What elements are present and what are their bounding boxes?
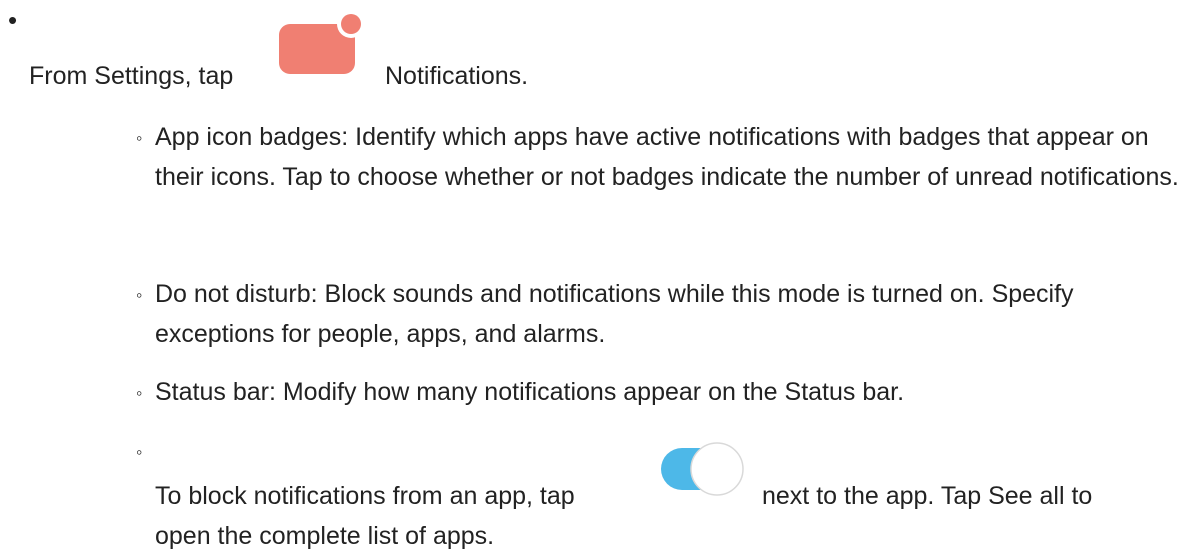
sub-list-bullet: ◦ [136, 442, 143, 462]
sub-list-bullet: ◦ [136, 285, 143, 305]
notifications-label: Notifications. [385, 62, 529, 90]
sub-list-bullet: ◦ [136, 383, 143, 403]
status-bar-item: Status bar: Modify how many notification… [155, 378, 905, 406]
toggle-switch-icon [661, 442, 744, 496]
block-notifications-text-continued: next to the app. Tap See all to [762, 482, 1093, 510]
sub-list-bullet: ◦ [136, 128, 143, 148]
block-notifications-text: To block notifications from an app, tap [155, 482, 575, 510]
notifications-icon [279, 10, 365, 74]
settings-instruction-text: From Settings, tap [29, 62, 234, 90]
block-notifications-text-line-2: open the complete list of apps. [155, 522, 495, 550]
app-icon-badges-item: App icon badges: Identify which apps hav… [155, 123, 1179, 191]
do-not-disturb-item: Do not disturb: Block sounds and notific… [155, 280, 1074, 348]
list-bullet: • [8, 5, 18, 35]
